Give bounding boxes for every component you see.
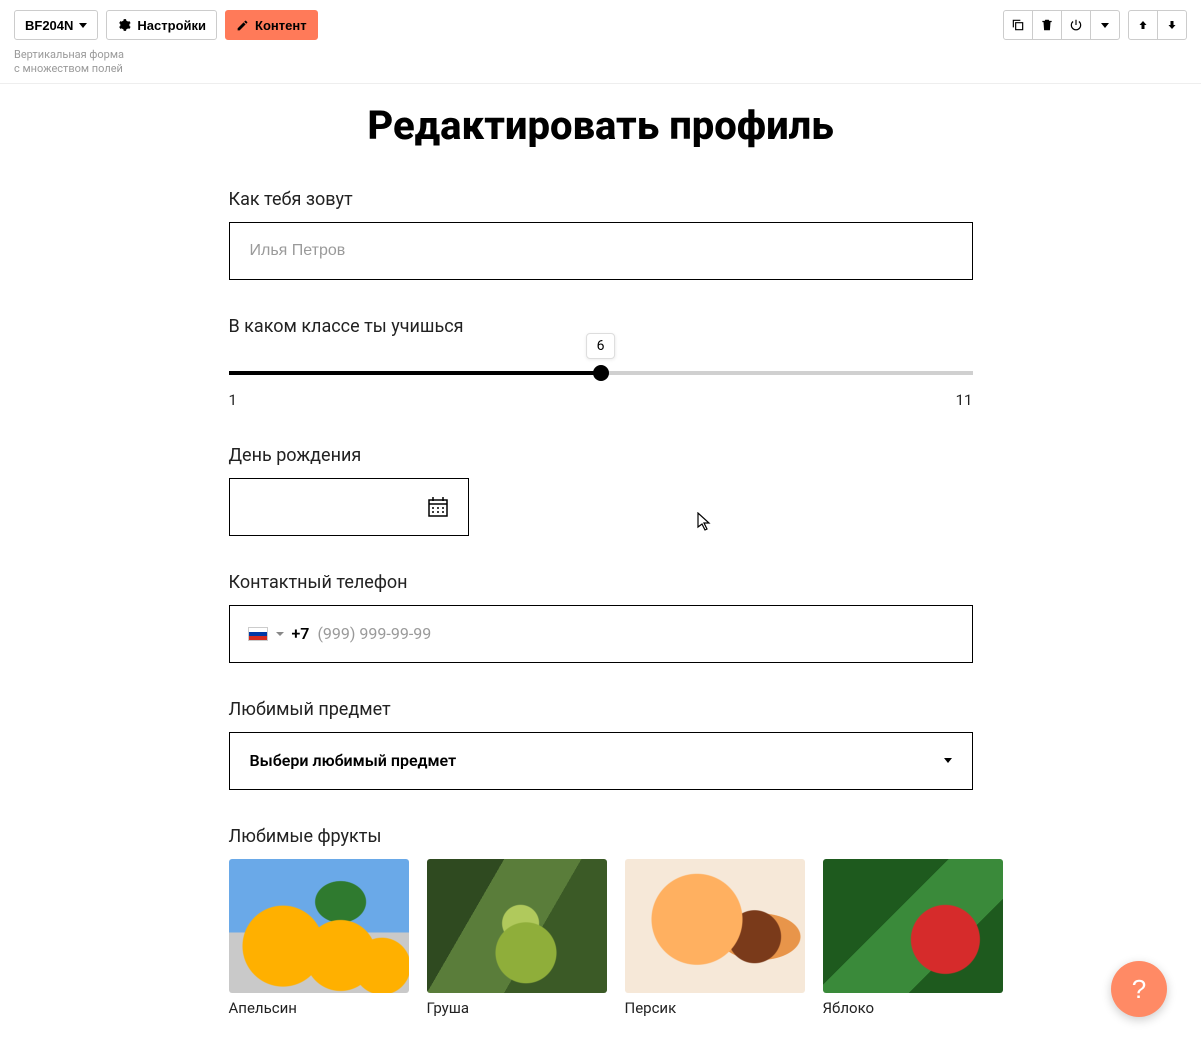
more-dropdown[interactable] <box>1090 10 1120 40</box>
chevron-down-icon <box>79 23 87 28</box>
fruit-image <box>427 859 607 993</box>
block-subtitle: Вертикальная форма с множеством полей <box>14 48 124 77</box>
subject-label: Любимый предмет <box>229 699 973 720</box>
calendar-icon <box>426 495 450 519</box>
fruits-label: Любимые фрукты <box>229 826 973 847</box>
content-button[interactable]: Контент <box>225 10 318 40</box>
fruit-option-apple[interactable]: Яблоко <box>823 859 1003 1017</box>
slider-tooltip: 6 <box>586 333 616 359</box>
grade-field-group: В каком классе ты учишься 6 1 11 <box>229 316 973 409</box>
name-label: Как тебя зовут <box>229 189 973 210</box>
block-id-label: BF204N <box>25 18 73 33</box>
fruit-name: Яблоко <box>823 999 1003 1017</box>
phone-field-group: Контактный телефон +7 (999) 999-99-99 <box>229 572 973 663</box>
settings-button[interactable]: Настройки <box>106 10 217 40</box>
fruit-name: Груша <box>427 999 607 1017</box>
help-button[interactable]: ? <box>1111 961 1167 1017</box>
copy-icon <box>1011 18 1025 32</box>
subject-placeholder: Выбери любимый предмет <box>250 751 457 770</box>
fruit-option-peach[interactable]: Персик <box>625 859 805 1017</box>
delete-button[interactable] <box>1032 10 1062 40</box>
move-down-button[interactable] <box>1157 10 1187 40</box>
slider-fill <box>229 371 601 375</box>
slider-thumb[interactable] <box>593 365 609 381</box>
slider-max: 11 <box>956 391 973 409</box>
trash-icon <box>1040 18 1054 32</box>
phone-label: Контактный телефон <box>229 572 973 593</box>
content-label: Контент <box>255 18 307 33</box>
page-title: Редактировать профиль <box>0 102 1201 149</box>
phone-placeholder: (999) 999-99-99 <box>317 624 431 643</box>
gear-icon <box>117 18 131 32</box>
chevron-down-icon <box>944 758 952 763</box>
help-icon: ? <box>1132 974 1146 1005</box>
top-toolbar: BF204N Настройки Контент Вертикальная фо… <box>0 0 1201 84</box>
block-move-group <box>1128 10 1187 40</box>
subject-field-group: Любимый предмет Выбери любимый предмет <box>229 699 973 790</box>
power-icon <box>1069 18 1083 32</box>
block-actions-group <box>1003 10 1120 40</box>
profile-form: Как тебя зовут В каком классе ты учишься… <box>229 189 973 1017</box>
slider-min: 1 <box>229 391 237 409</box>
slider-track <box>229 371 973 375</box>
fruit-option-orange[interactable]: Апельсин <box>229 859 409 1017</box>
fruit-image <box>229 859 409 993</box>
fruit-name: Персик <box>625 999 805 1017</box>
block-id-dropdown[interactable]: BF204N <box>14 10 98 40</box>
power-button[interactable] <box>1061 10 1091 40</box>
duplicate-button[interactable] <box>1003 10 1033 40</box>
chevron-down-icon[interactable] <box>276 632 284 636</box>
birthday-field-group: День рождения <box>229 445 973 536</box>
fruit-image <box>625 859 805 993</box>
pencil-icon <box>236 19 249 32</box>
fruit-image <box>823 859 1003 993</box>
fruits-grid: Апельсин Груша Персик Яблоко <box>229 859 973 1017</box>
flag-ru-icon[interactable] <box>248 627 268 641</box>
fruit-option-pear[interactable]: Груша <box>427 859 607 1017</box>
phone-input[interactable]: +7 (999) 999-99-99 <box>229 605 973 663</box>
birthday-label: День рождения <box>229 445 973 466</box>
move-up-button[interactable] <box>1128 10 1158 40</box>
name-field-group: Как тебя зовут <box>229 189 973 280</box>
settings-label: Настройки <box>137 18 206 33</box>
arrow-up-icon <box>1137 19 1149 31</box>
chevron-down-icon <box>1101 23 1109 28</box>
phone-prefix: +7 <box>292 624 310 643</box>
fruits-field-group: Любимые фрукты Апельсин Груша Персик Ябл… <box>229 826 973 1017</box>
arrow-down-icon <box>1166 19 1178 31</box>
grade-slider[interactable]: 6 1 11 <box>229 371 973 409</box>
name-input[interactable] <box>229 222 973 280</box>
birthday-input[interactable] <box>229 478 469 536</box>
fruit-name: Апельсин <box>229 999 409 1017</box>
subject-select[interactable]: Выбери любимый предмет <box>229 732 973 790</box>
